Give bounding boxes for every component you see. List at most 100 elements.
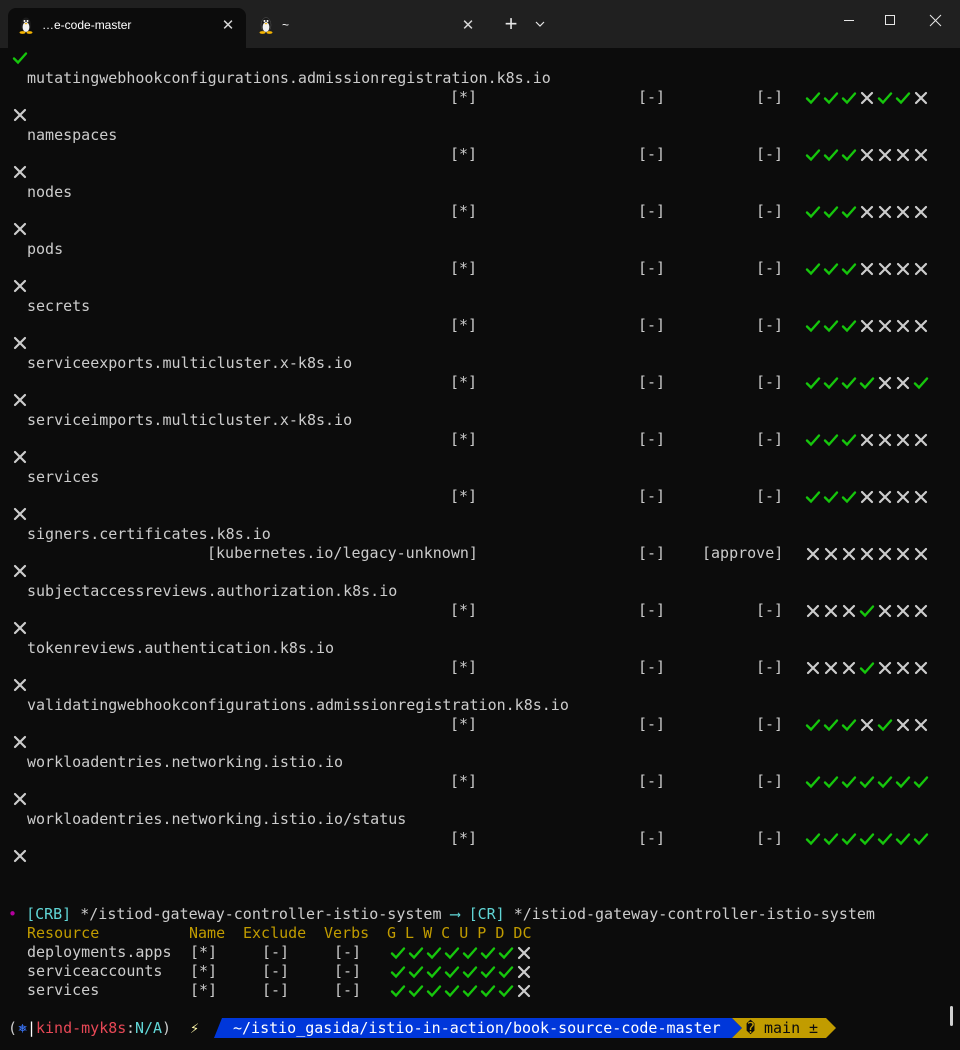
check-icon <box>859 831 875 847</box>
check-icon <box>408 964 424 980</box>
cross-icon <box>895 318 911 334</box>
resource-name: subjectaccessreviews.authorization.k8s.i… <box>27 582 398 600</box>
check-icon <box>823 432 839 448</box>
verbs-col: [-] <box>756 601 784 619</box>
cross-icon <box>516 983 532 999</box>
check-icon <box>823 204 839 220</box>
cross-icon <box>877 603 893 619</box>
check-icon <box>823 489 839 505</box>
verbs-col: [-] <box>756 772 784 790</box>
resource-names-col: [*] <box>450 601 478 619</box>
verbs-col: [-] <box>756 487 784 505</box>
check-icon <box>913 831 929 847</box>
check-icon <box>841 489 857 505</box>
tab-inactive[interactable]: ~ ✕ <box>248 8 486 48</box>
resource-names-col: [*] <box>450 316 478 334</box>
exclude-col: [-] <box>638 487 666 505</box>
git-branch: main <box>764 1019 801 1037</box>
cross-icon <box>877 375 893 391</box>
check-icon <box>823 90 839 106</box>
check-icon <box>426 983 442 999</box>
summary-resource: services <box>27 981 100 999</box>
check-icon <box>877 774 893 790</box>
lightning-icon: ⚡ <box>190 1019 200 1037</box>
tux-icon <box>259 17 273 34</box>
verbs-col: [-] <box>756 715 784 733</box>
cross-icon <box>12 107 28 123</box>
resource-names-col: [*] <box>450 373 478 391</box>
cross-icon <box>805 603 821 619</box>
cross-icon <box>12 221 28 237</box>
cross-icon <box>841 660 857 676</box>
cross-icon <box>895 375 911 391</box>
verbs-col: [-] <box>756 145 784 163</box>
check-icon <box>426 945 442 961</box>
cr-name: */istiod-gateway-controller-istio-system <box>513 905 875 923</box>
cross-icon <box>823 660 839 676</box>
check-icon <box>841 147 857 163</box>
summary-header-verbs: Verbs <box>324 924 370 942</box>
prompt-open-paren: ( <box>8 1019 18 1037</box>
resource-names-col: [*] <box>450 829 478 847</box>
cross-icon <box>12 848 28 864</box>
tab-dropdown-button[interactable] <box>526 8 554 40</box>
cross-icon <box>913 204 929 220</box>
cross-icon <box>12 734 28 750</box>
summary-header-name: Name <box>189 924 226 942</box>
terminal-output[interactable]: mutatingwebhookconfigurations.admissionr… <box>0 48 960 1050</box>
resource-name: mutatingwebhookconfigurations.admissionr… <box>27 69 551 87</box>
summary-header-letters: G L W C U P D DC <box>387 924 532 942</box>
check-icon <box>408 945 424 961</box>
resource-names-col: [*] <box>450 259 478 277</box>
cross-icon <box>841 603 857 619</box>
verbs-col: [-] <box>756 259 784 277</box>
cr-tag: [CR] <box>468 905 505 923</box>
check-icon <box>859 375 875 391</box>
exclude-col: [-] <box>638 772 666 790</box>
close-tab-icon[interactable]: ✕ <box>216 14 240 38</box>
maximize-button[interactable] <box>867 0 913 40</box>
close-icon <box>929 14 942 27</box>
resource-name: validatingwebhookconfigurations.admissio… <box>27 696 569 714</box>
exclude-col: [-] <box>638 829 666 847</box>
resource-names-col: [*] <box>450 202 478 220</box>
exclude-col: [-] <box>638 145 666 163</box>
cross-icon <box>895 204 911 220</box>
tab-active[interactable]: …e-code-master ✕ <box>8 8 246 48</box>
cross-icon <box>877 318 893 334</box>
exclude-col: [-] <box>638 373 666 391</box>
check-icon <box>12 50 28 66</box>
cross-icon <box>913 546 929 562</box>
verbs-col: [-] <box>756 88 784 106</box>
check-icon <box>841 261 857 277</box>
cross-icon <box>895 432 911 448</box>
cross-icon <box>877 147 893 163</box>
new-tab-button[interactable]: + <box>496 8 526 40</box>
check-icon <box>805 432 821 448</box>
check-icon <box>841 774 857 790</box>
cross-icon <box>877 489 893 505</box>
check-icon <box>390 964 406 980</box>
check-icon <box>805 831 821 847</box>
check-icon <box>913 774 929 790</box>
check-icon <box>841 375 857 391</box>
check-icon <box>426 964 442 980</box>
cross-icon <box>859 261 875 277</box>
verbs-col: [-] <box>756 829 784 847</box>
resource-names-col: [*] <box>450 772 478 790</box>
prompt-colon: : <box>126 1019 136 1037</box>
verbs-col: [-] <box>756 373 784 391</box>
minimize-button[interactable] <box>826 0 872 40</box>
check-icon <box>859 660 875 676</box>
close-tab-icon[interactable]: ✕ <box>456 14 480 38</box>
close-window-button[interactable] <box>913 0 959 40</box>
check-icon <box>805 147 821 163</box>
cross-icon <box>859 318 875 334</box>
summary-exclude: [-] <box>262 943 290 961</box>
check-icon <box>480 945 496 961</box>
shell-prompt: ( ⎈ | kind-myk8s : N/A ) ⚡ ~/istio_gasid… <box>0 1016 960 1040</box>
cross-icon <box>823 546 839 562</box>
check-icon <box>498 983 514 999</box>
cross-icon <box>877 261 893 277</box>
check-icon <box>823 831 839 847</box>
